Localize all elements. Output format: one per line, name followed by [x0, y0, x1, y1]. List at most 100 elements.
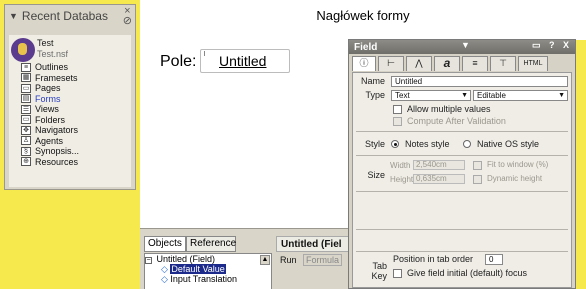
compute-after-checkbox [393, 117, 402, 126]
tree-item-agents[interactable]: ♙ Agents [21, 136, 129, 147]
tab-font[interactable]: a [434, 56, 460, 71]
tree-item-pages[interactable]: ▭ Pages [21, 83, 129, 94]
dynamic-height-checkbox [473, 175, 482, 184]
tab-reference[interactable]: Reference [186, 236, 236, 252]
recent-databases-title: Recent Databas [21, 9, 108, 23]
divider [356, 131, 568, 132]
name-input[interactable]: Untitled [391, 76, 568, 87]
dialog-title: Field [354, 41, 378, 53]
tree-item-label: Framesets [35, 72, 78, 83]
object-row-field[interactable]: − Untitled (Field) [145, 254, 271, 264]
tree-item-label: Views [35, 104, 59, 114]
field-name: Untitled [219, 53, 267, 69]
object-label: Input Translation [170, 274, 237, 284]
resources-icon: ⊕ [21, 157, 31, 167]
recent-databases-header[interactable]: ▼ Recent Databas [5, 5, 135, 27]
agent-icon: ♙ [21, 136, 31, 146]
scroll-up-button[interactable]: ▲ [260, 255, 270, 265]
event-icon: ◇ [161, 264, 171, 274]
tab-html[interactable]: HTML [518, 56, 548, 71]
tab-advanced[interactable]: ⋀ [406, 56, 432, 71]
navigator-icon: ✥ [21, 125, 31, 135]
recent-databases-panel: ▼ Recent Databas × ⊘ Test Test.nsf ≡ Outli… [4, 4, 136, 190]
tree-item-label: Outlines [35, 62, 69, 72]
database-tree: Test Test.nsf ≡ Outlines ▦ Framesets ▭ Pages ▤… [9, 35, 131, 187]
notes-style-label: Notes style [405, 139, 450, 149]
tab-control[interactable]: ⊢ [378, 56, 404, 71]
collapse-icon[interactable]: − [145, 257, 152, 264]
native-style-radio[interactable] [463, 140, 471, 148]
tree-item-folders[interactable]: ▭ Folders [21, 115, 129, 126]
position-label: Position in tab order [393, 254, 474, 264]
tree-item-label: Synopsis... [35, 146, 80, 156]
tree-item-label: Resources [35, 156, 79, 167]
type-select-value: Text [395, 91, 410, 100]
width-label: Width [390, 161, 411, 170]
position-input[interactable]: 0 [485, 254, 503, 265]
tree-item-label: Forms [35, 93, 61, 104]
tab-objects[interactable]: Objects [144, 236, 186, 252]
chevron-down-icon: ▼ [558, 92, 565, 99]
dialog-controls[interactable]: ▭ ? X [532, 40, 572, 51]
tree-item-navigators[interactable]: ✥ Navigators [21, 125, 129, 136]
programmer-pane: Objects Reference − Untitled (Field) ◇ D… [140, 228, 358, 289]
notes-style-radio[interactable] [391, 140, 399, 148]
field-properties-dialog: Field ▼ ▭ ? X ⓘ ⊢ ⋀ a ≡ ⊤ HTML Name Unti… [348, 39, 576, 289]
folder-icon: ▭ [21, 115, 31, 125]
tree-item-framesets[interactable]: ▦ Framesets [21, 73, 129, 84]
editable-select[interactable]: Editable ▼ [473, 90, 568, 101]
divider [356, 155, 568, 156]
object-label: Untitled (Field) [156, 254, 216, 264]
script-area-title: Untitled (Fiel [276, 236, 358, 252]
tree-item-views[interactable]: ☰ Views [21, 104, 129, 115]
type-label: Type [365, 90, 385, 100]
fit-window-checkbox [473, 161, 482, 170]
tree-item-synopsis[interactable]: § Synopsis... [21, 146, 129, 157]
dialog-body: Name Untitled Type Text ▼ Editable ▼ All… [352, 72, 572, 288]
object-row-input-translation[interactable]: ◇ Input Translation [145, 274, 271, 284]
tree-item-resources[interactable]: ⊕ Resources [21, 157, 129, 168]
form-icon: ▤ [21, 94, 31, 104]
dialog-tabs: ⓘ ⊢ ⋀ a ≡ ⊤ HTML [349, 56, 575, 72]
width-input: 2,540cm [413, 160, 465, 170]
tab-hide-when[interactable]: ⊤ [490, 56, 516, 71]
tab-info[interactable]: ⓘ [352, 56, 376, 71]
right-highlight-stripe [576, 40, 586, 289]
outline-icon: ≡ [21, 62, 31, 72]
type-select[interactable]: Text ▼ [391, 90, 471, 101]
compute-after-label: Compute After Validation [407, 116, 506, 126]
object-row-default-value[interactable]: ◇ Default Value [145, 264, 271, 274]
object-label: Default Value [170, 264, 226, 274]
field-marker [204, 51, 206, 56]
tab-key-label: Tab Key [371, 261, 387, 281]
initial-focus-label: Give field initial (default) focus [407, 268, 528, 278]
tree-item-label: Navigators [35, 125, 79, 135]
database-entry[interactable]: Test Test.nsf [11, 38, 129, 62]
close-icon[interactable]: × ⊘ [123, 6, 132, 27]
style-label: Style [364, 139, 385, 149]
collapse-triangle-icon[interactable]: ▼ [9, 11, 18, 21]
run-label: Run [280, 255, 297, 265]
tab-paragraph[interactable]: ≡ [462, 56, 488, 71]
formula-dropdown[interactable]: Formula [303, 254, 343, 266]
database-icon [11, 38, 35, 62]
divider [356, 191, 568, 192]
native-style-label: Native OS style [477, 139, 540, 149]
chevron-down-icon[interactable]: ▼ [461, 40, 470, 50]
tree-item-label: Agents [35, 135, 64, 146]
height-label: Height [390, 175, 414, 184]
tree-item-label: Pages [35, 83, 61, 93]
synopsis-icon: § [21, 146, 31, 156]
dialog-titlebar[interactable]: Field ▼ ▭ ? X [349, 40, 575, 54]
initial-focus-checkbox[interactable] [393, 269, 402, 278]
height-input: 0,635cm [413, 174, 465, 184]
objects-tree: − Untitled (Field) ◇ Default Value ◇ Inp… [144, 253, 272, 289]
allow-multiple-checkbox[interactable] [393, 105, 402, 114]
size-label: Size [367, 170, 385, 180]
tree-item-forms[interactable]: ▤ Forms [21, 94, 129, 105]
name-label: Name [360, 76, 385, 86]
frameset-icon: ▦ [21, 73, 31, 83]
tree-item-outlines[interactable]: ≡ Outlines [21, 62, 129, 73]
divider [356, 229, 568, 230]
untitled-field[interactable]: Untitled [200, 49, 290, 73]
